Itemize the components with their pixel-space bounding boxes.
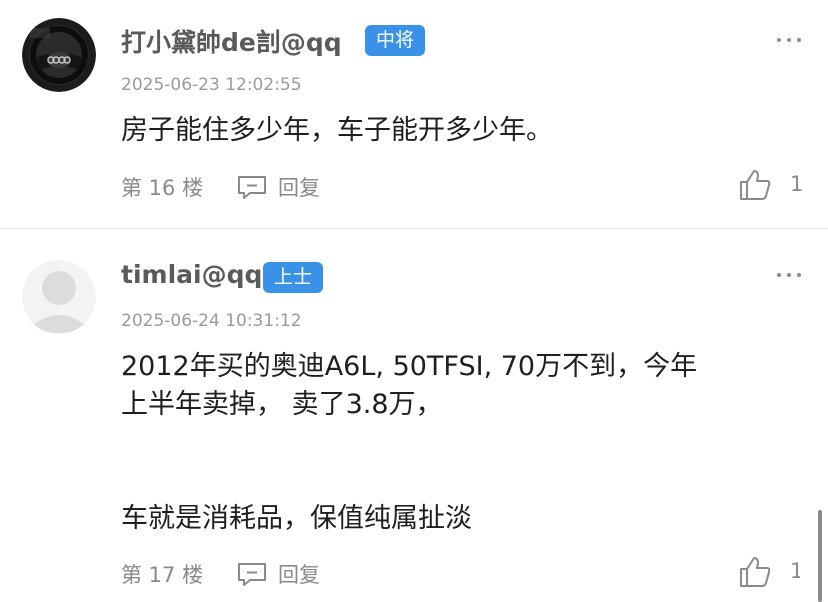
rank-badge: 上士 <box>263 262 324 293</box>
like-count: 1 <box>790 172 804 196</box>
comment-card: timlai@qq 上士 2025-06-24 10:31:12 2012年买的… <box>0 229 828 602</box>
comment-line: 上半年卖掉， 卖了3.8万， <box>121 389 443 420</box>
comment-card: 打小黛帥de䚯@qq 中将 2025-06-23 12:02:55 房子能住多少… <box>0 0 828 228</box>
comment-line: 2012年买的奥迪A6L, 50TFSI, 70万不到，今年 <box>121 351 698 382</box>
reply-icon[interactable] <box>236 561 268 587</box>
steering-wheel-icon <box>22 18 96 92</box>
comment-line: 车就是消耗品，保值纯属扯淡 <box>121 503 472 534</box>
comment-text: 2012年买的奥迪A6L, 50TFSI, 70万不到，今年 上半年卖掉， 卖了… <box>121 348 801 538</box>
timestamp: 2025-06-23 12:02:55 <box>121 75 302 95</box>
like-icon[interactable] <box>738 555 772 589</box>
username[interactable]: 打小黛帥de䚯@qq <box>121 23 342 59</box>
like-icon[interactable] <box>738 168 772 202</box>
floor-number: 第 16 楼 <box>121 176 204 200</box>
like-count: 1 <box>790 559 800 583</box>
timestamp: 2025-06-24 10:31:12 <box>121 311 302 331</box>
comment-footer: 第 16 楼 回复 1 <box>0 166 828 206</box>
rank-badge: 中将 <box>365 25 426 56</box>
more-icon[interactable] <box>776 271 802 279</box>
reply-icon[interactable] <box>236 174 268 200</box>
user-avatar[interactable] <box>22 260 96 334</box>
comment-footer: 第 17 楼 回复 1 <box>0 553 828 593</box>
username[interactable]: timlai@qq <box>121 260 262 289</box>
reply-button[interactable]: 回复 <box>278 172 320 202</box>
default-user-icon <box>22 260 96 334</box>
comment-line: 房子能住多少年，车子能开多少年。 <box>121 115 553 146</box>
floor-number: 第 17 楼 <box>121 563 204 587</box>
reply-button[interactable]: 回复 <box>278 559 320 589</box>
comment-text: 房子能住多少年，车子能开多少年。 <box>121 112 801 150</box>
scrollbar[interactable] <box>818 510 822 602</box>
user-avatar[interactable] <box>22 18 96 92</box>
more-icon[interactable] <box>776 36 802 44</box>
